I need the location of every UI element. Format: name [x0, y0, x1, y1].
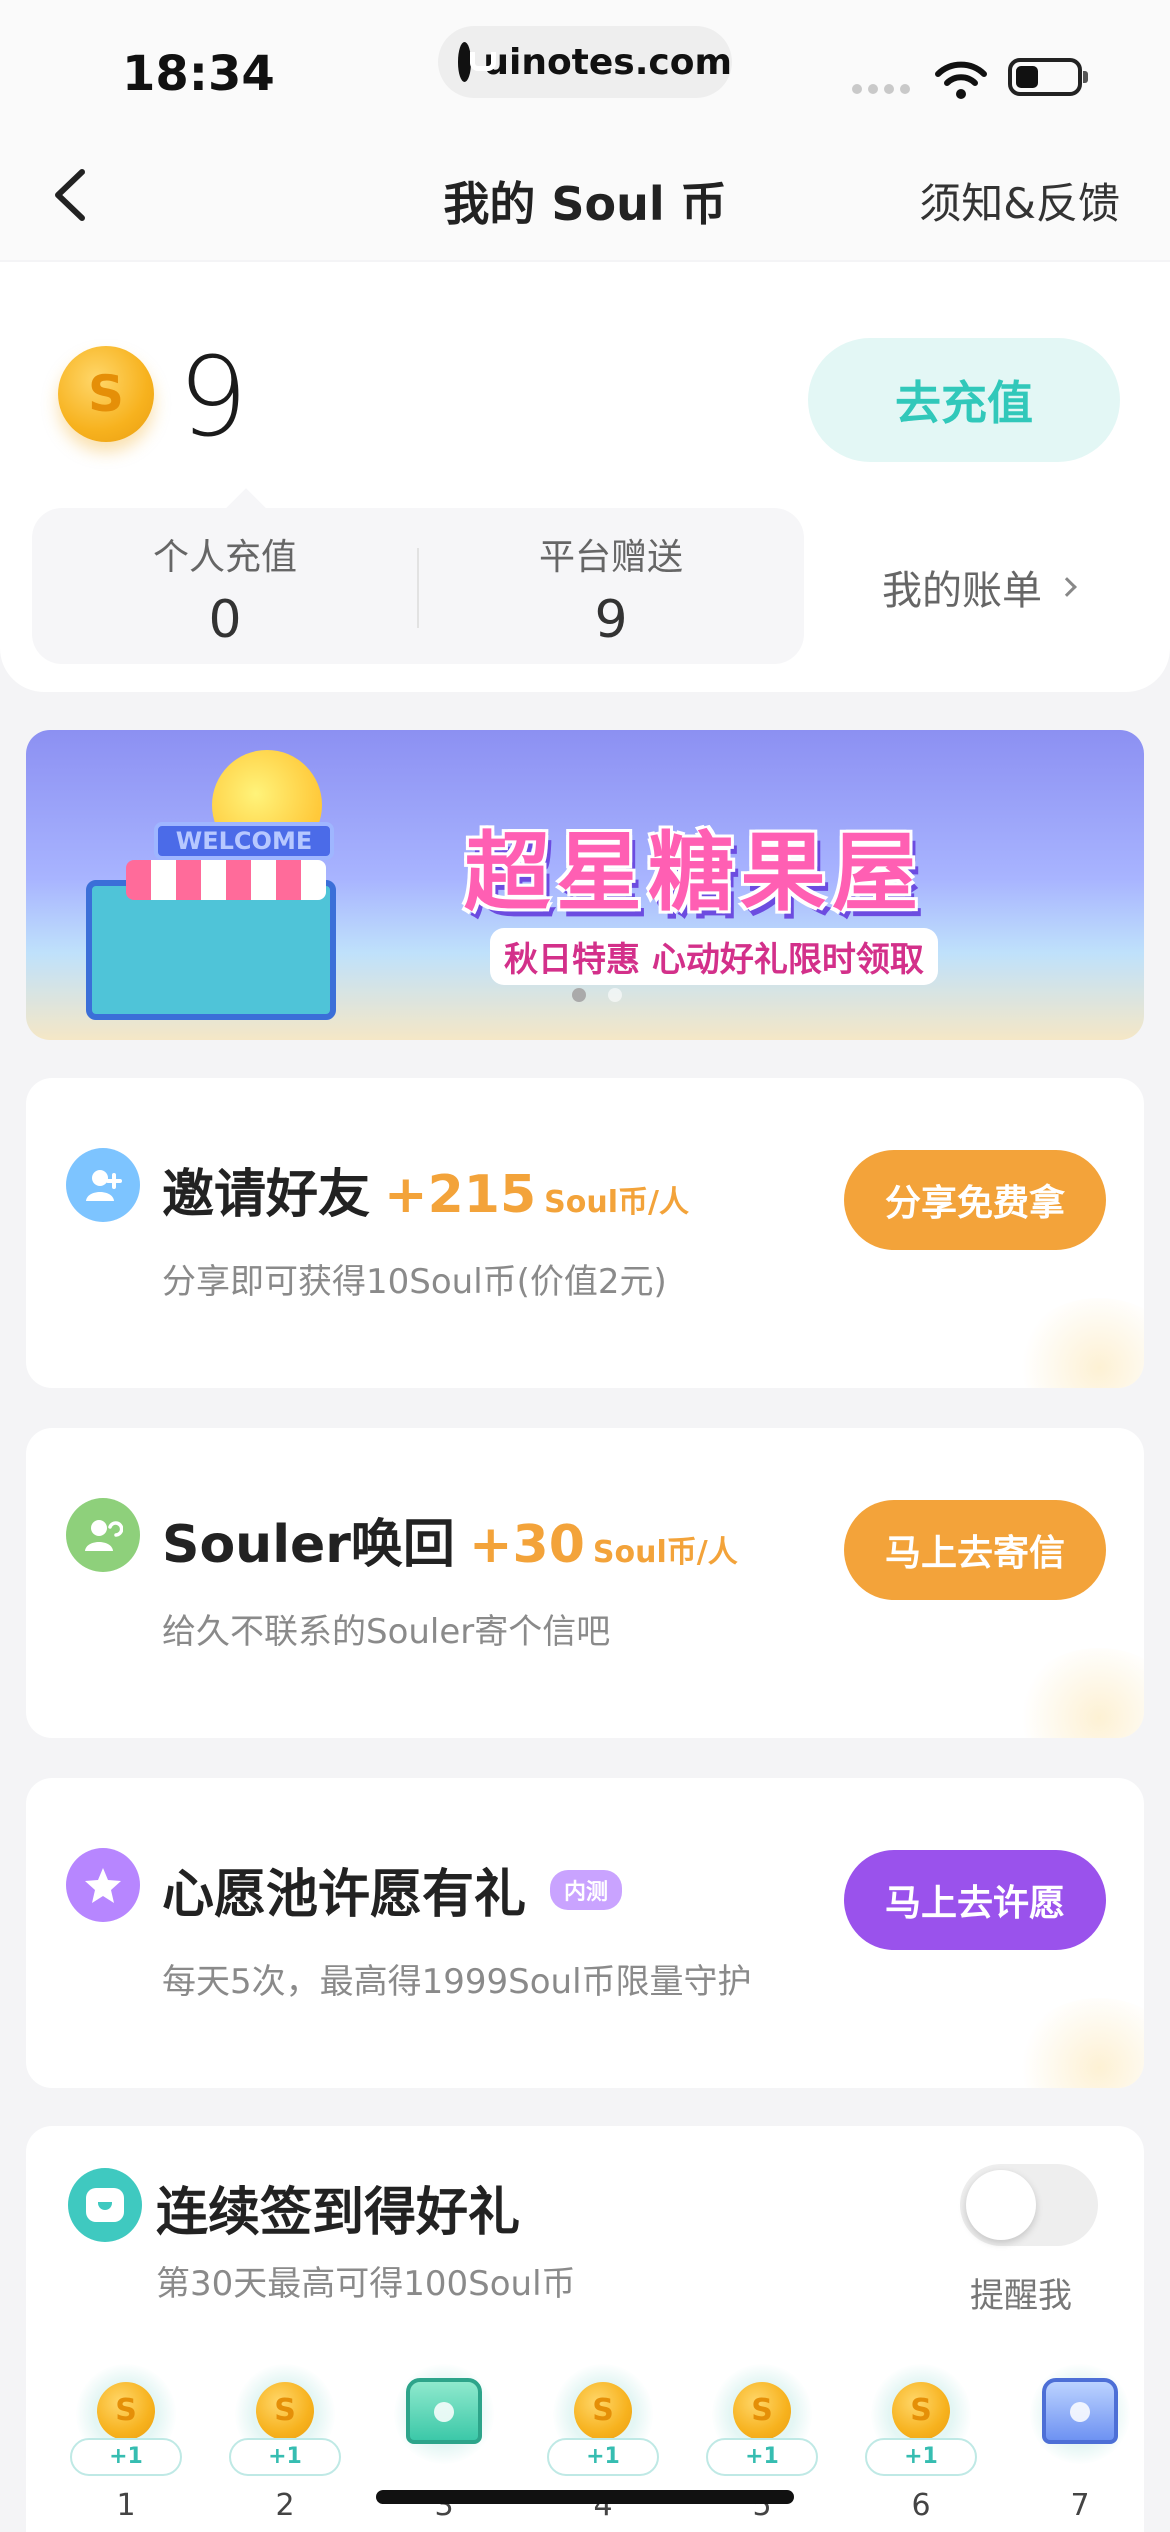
task-description: 给久不联系的Souler寄个信吧: [162, 1612, 611, 1652]
balance-detail-box: 个人充值 0 平台赠送 9: [32, 508, 804, 664]
day-number: 7: [1070, 2488, 1090, 2523]
my-bill-link[interactable]: 我的账单: [882, 558, 1077, 616]
soul-coin-icon: [574, 2382, 632, 2440]
promo-banner[interactable]: WELCOME 超星糖果屋 秋日特惠 心动好礼限时领取: [26, 730, 1144, 1040]
signin-card: 连续签到得好礼 第30天最高可得100Soul币 提醒我 +1 1 +1 2 3…: [26, 2126, 1144, 2532]
home-indicator: [376, 2490, 794, 2504]
add-user-icon: [66, 1148, 140, 1222]
soul-coin-icon: [892, 2382, 950, 2440]
task-card-invite: 邀请好友 +215 Soul币/人 分享即可获得10Soul币(价值2元) 分享…: [26, 1078, 1144, 1388]
recharge-button[interactable]: 去充值: [808, 338, 1120, 462]
signal-dots-icon: [852, 84, 910, 94]
wifi-icon: [935, 61, 987, 99]
banner-pagination: [572, 988, 622, 1002]
platform-gift-value: 9: [594, 590, 628, 650]
recall-user-icon: [66, 1498, 140, 1572]
banner-title: 超星糖果屋: [464, 823, 924, 923]
balance-amount: 9: [178, 333, 248, 461]
day-reward: +1: [865, 2438, 977, 2476]
signin-days: +1 1 +1 2 3 +1 4 +1 5 +1: [26, 2364, 1144, 2532]
remind-label: 提醒我: [970, 2276, 1072, 2316]
share-free-button[interactable]: 分享免费拿: [844, 1150, 1106, 1250]
battery-icon: [1008, 58, 1088, 96]
task-reward-unit: Soul币/人: [592, 1535, 738, 1570]
status-bar: 18:34 uinotes.com: [0, 0, 1170, 130]
task-reward: +215: [384, 1165, 537, 1225]
welcome-sign: WELCOME: [154, 822, 334, 860]
task-title: 心愿池许愿有礼: [162, 1865, 527, 1925]
task-title: 邀请好友: [162, 1165, 371, 1225]
task-reward: +30: [468, 1515, 585, 1575]
calendar-icon: [68, 2168, 142, 2242]
balance-card: 9 去充值 个人充值 0 平台赠送 9 我的账单: [0, 262, 1170, 692]
signin-title: 连续签到得好礼: [156, 2183, 521, 2243]
site-logo-icon: [458, 42, 498, 82]
beta-badge: 内测: [550, 1869, 623, 1910]
day-number: 1: [116, 2488, 136, 2523]
day-reward: +1: [547, 2438, 659, 2476]
url-text: uinotes.com: [483, 41, 732, 83]
platform-gift-label: 平台赠送: [538, 537, 683, 578]
star-icon: [66, 1848, 140, 1922]
day-reward: +1: [70, 2438, 182, 2476]
task-title-row: 心愿池许愿有礼 内测: [162, 1852, 623, 1927]
url-pill[interactable]: uinotes.com: [438, 26, 732, 98]
task-card-recall: Souler唤回 +30 Soul币/人 给久不联系的Souler寄个信吧 马上…: [26, 1428, 1144, 1738]
signin-description: 第30天最高可得100Soul币: [156, 2264, 576, 2304]
make-wish-button[interactable]: 马上去许愿: [844, 1850, 1106, 1950]
candy-shop-image: [86, 880, 336, 1020]
soul-coin-icon: [97, 2382, 155, 2440]
soul-coin-icon: [58, 346, 154, 442]
task-reward-unit: Soul币/人: [544, 1185, 689, 1220]
shop-awning-image: [126, 860, 326, 900]
task-card-wish-pool: 心愿池许愿有礼 内测 每天5次，最高得1999Soul币限量守护 马上去许愿: [26, 1778, 1144, 2088]
task-title-row: 邀请好友 +215 Soul币/人: [162, 1152, 689, 1227]
nav-bar: 我的 Soul 币 须知&反馈: [0, 130, 1170, 260]
notice-feedback-link[interactable]: 须知&反馈: [919, 170, 1120, 231]
remind-toggle[interactable]: [960, 2164, 1098, 2246]
personal-recharge-value: 0: [208, 590, 242, 650]
treasure-chest-icon: [406, 2378, 482, 2444]
task-title-row: Souler唤回 +30 Soul币/人: [162, 1502, 738, 1577]
treasure-chest-icon: [1042, 2378, 1118, 2444]
day-number: 2: [275, 2488, 295, 2523]
soul-coin-icon: [733, 2382, 791, 2440]
chevron-right-icon: [1057, 577, 1077, 597]
task-description: 分享即可获得10Soul币(价值2元): [162, 1262, 667, 1302]
personal-recharge-label: 个人充值: [152, 537, 297, 578]
banner-subtitle: 秋日特惠 心动好礼限时领取: [490, 928, 938, 985]
platform-gift: 平台赠送 9: [418, 528, 804, 650]
day-reward: +1: [229, 2438, 341, 2476]
task-title: Souler唤回: [162, 1515, 455, 1575]
status-time: 18:34: [122, 46, 275, 102]
day-reward: +1: [706, 2438, 818, 2476]
send-letter-button[interactable]: 马上去寄信: [844, 1500, 1106, 1600]
soul-coin-icon: [256, 2382, 314, 2440]
my-bill-label: 我的账单: [882, 568, 1042, 614]
personal-recharge: 个人充值 0: [32, 528, 418, 650]
day-number: 6: [911, 2488, 931, 2523]
task-description: 每天5次，最高得1999Soul币限量守护: [162, 1962, 752, 2002]
